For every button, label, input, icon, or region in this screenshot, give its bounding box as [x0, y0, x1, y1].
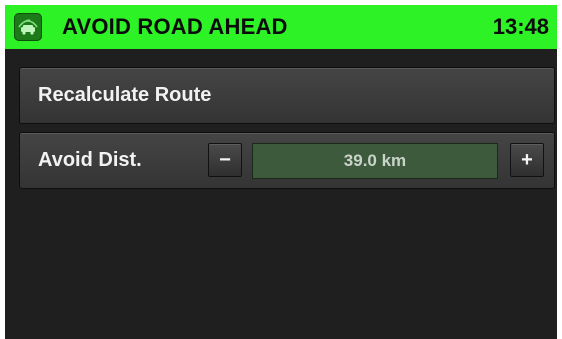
clock-time: 13:48	[492, 14, 549, 39]
avoid-road-icon	[14, 13, 42, 41]
avoid-distance-label: Avoid Dist.	[38, 149, 142, 171]
recalculate-route-button[interactable]: Recalculate Route	[19, 67, 555, 124]
increase-distance-button[interactable]: +	[510, 143, 544, 177]
recalculate-route-label: Recalculate Route	[38, 84, 212, 106]
title-bar: AVOID ROAD AHEAD 13:48	[5, 5, 557, 49]
avoid-distance-row: Avoid Dist. − 39.0 km +	[19, 132, 555, 189]
decrease-distance-button[interactable]: −	[208, 143, 242, 177]
avoid-distance-value: 39.0 km	[252, 143, 498, 179]
nav-screen: AVOID ROAD AHEAD 13:48 Recalculate Route…	[5, 5, 557, 339]
page-title: AVOID ROAD AHEAD	[62, 14, 288, 39]
